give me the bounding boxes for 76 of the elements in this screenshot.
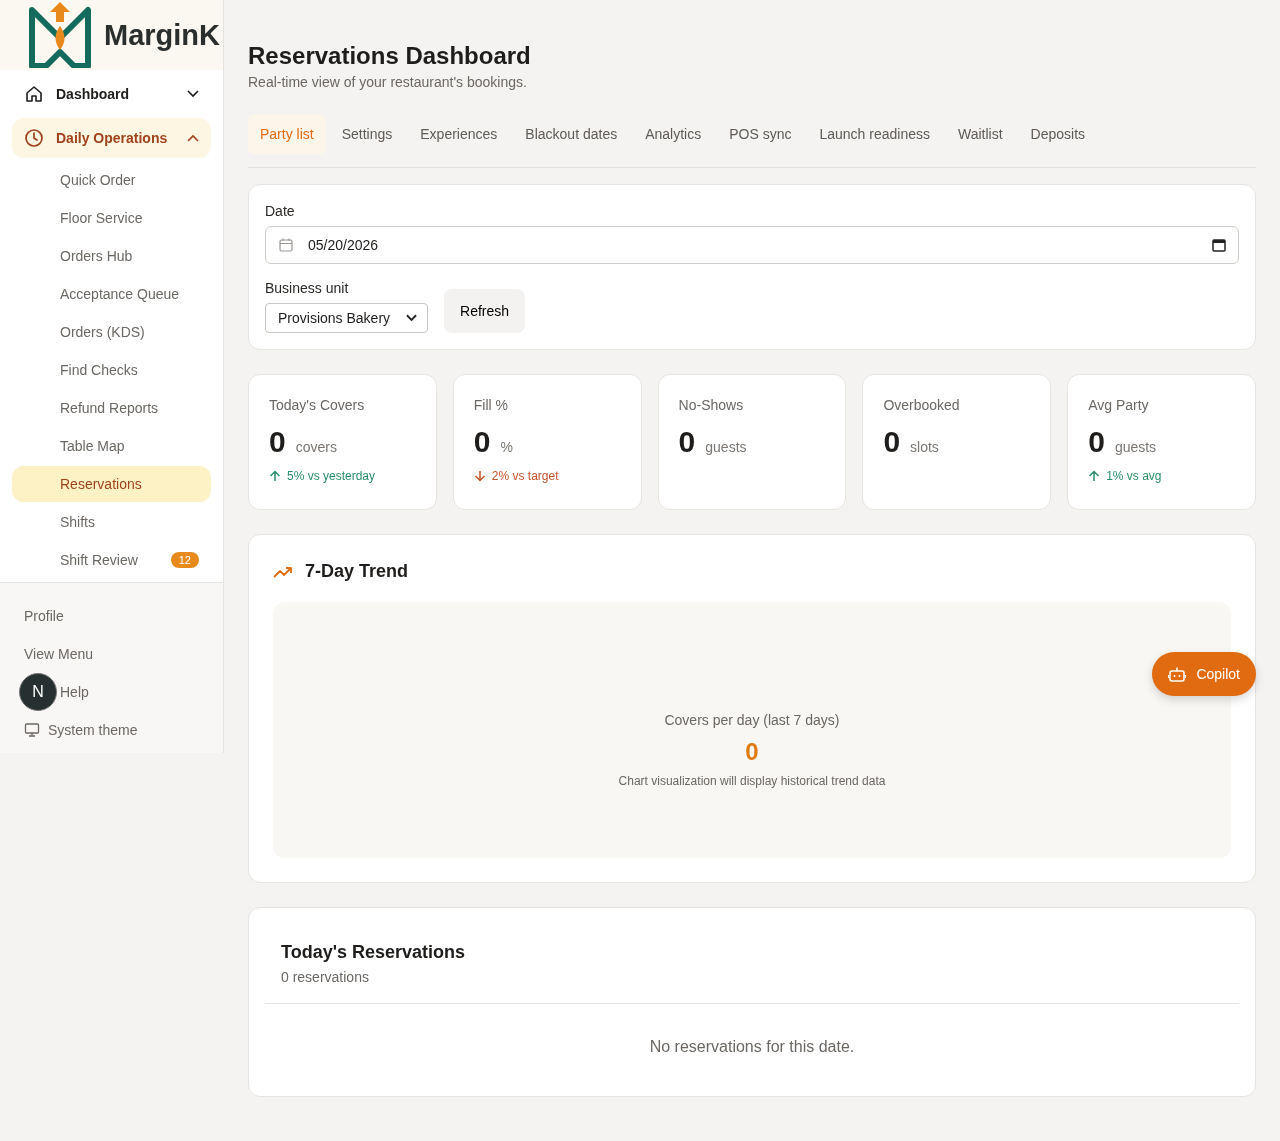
reservation-count: 0 reservations [280, 969, 370, 985]
business-unit-select[interactable]: Provisions Bakery [265, 303, 429, 333]
page-subtitle: Real-time view of your restaurant's bookings. [248, 74, 528, 90]
clock-icon [24, 128, 44, 148]
stat-value: 0 [473, 425, 491, 459]
arrow-down-icon [473, 470, 486, 482]
arrow-up-icon [1088, 470, 1101, 482]
calendar-icon [278, 237, 294, 253]
stat-unit: slots [910, 439, 939, 455]
stat-title: Fill % [473, 397, 510, 413]
tab[interactable]: Analytics [633, 114, 714, 154]
user-avatar[interactable]: N [19, 673, 57, 711]
chart-value: 0 [745, 738, 759, 766]
monitor-icon [24, 722, 40, 738]
stat-unit: guests [705, 439, 747, 455]
business-unit-label: Business unit [265, 280, 350, 296]
brand-name: MarginK [104, 18, 220, 52]
footer-link[interactable]: Profile [24, 608, 64, 624]
chart-note: Chart visualization will display historical trend data [618, 774, 886, 788]
stat-value: 0 [678, 425, 696, 459]
tab[interactable]: Experiences [408, 114, 510, 154]
chevron-down-icon [187, 90, 199, 98]
tab[interactable]: Settings [329, 114, 405, 154]
chevron-down-icon [406, 314, 418, 322]
trending-up-icon [273, 565, 293, 578]
tab[interactable]: Waitlist [946, 114, 1015, 154]
help-link[interactable]: Help [60, 684, 89, 700]
stat-change: 2% vs target [491, 469, 559, 483]
tab[interactable]: POS sync [717, 114, 804, 154]
stat-unit: guests [1114, 439, 1157, 455]
page-title: Reservations Dashboard [248, 42, 532, 70]
stat-unit: % [500, 439, 513, 455]
home-icon [24, 84, 44, 104]
nav-item[interactable]: Reservations [12, 466, 211, 502]
stat-value: 0 [269, 425, 286, 459]
tab[interactable]: Party list [248, 114, 326, 154]
nav-item[interactable]: Shifts [12, 504, 211, 540]
stat-title: Today's Covers [269, 397, 366, 413]
stat-change: 5% vs yesterday [287, 469, 376, 483]
tab[interactable]: Deposits [1018, 114, 1098, 154]
copilot-button[interactable]: Copilot [1152, 652, 1256, 696]
empty-message: No reservations for this date. [648, 1038, 856, 1056]
stat-unit: covers [295, 439, 337, 455]
section-title: Today's Reservations [280, 942, 467, 963]
nav-item[interactable]: Refund Reports [12, 390, 211, 426]
nav-item[interactable]: Orders (KDS) [12, 314, 211, 350]
refresh-button[interactable]: Refresh [444, 289, 526, 333]
section-title: 7-Day Trend [305, 561, 409, 582]
date-label: Date [265, 203, 296, 219]
calendar-icon[interactable] [1212, 238, 1226, 252]
nav-item[interactable]: Floor Service [12, 200, 211, 236]
stat-value: 0 [883, 425, 901, 459]
chevron-up-icon [187, 134, 199, 142]
date-field[interactable]: 05/20/2026 [265, 226, 1239, 264]
robot-icon [1168, 666, 1187, 682]
stat-title: Avg Party [1088, 397, 1150, 413]
arrow-up-icon [269, 470, 281, 482]
tab[interactable]: Launch readiness [807, 114, 942, 154]
logo-icon [28, 2, 92, 68]
tab[interactable]: Blackout dates [513, 114, 630, 154]
stat-value: 0 [1088, 425, 1105, 459]
nav-item[interactable]: Acceptance Queue [12, 276, 211, 312]
stat-change: 1% vs avg [1106, 469, 1162, 483]
nav-item[interactable]: Find Checks [12, 352, 211, 388]
footer-link[interactable]: View Menu [24, 646, 93, 662]
nav-item[interactable]: Orders Hub [12, 238, 211, 274]
nav-item[interactable]: Table Map [12, 428, 211, 464]
stat-title: Overbooked [883, 397, 961, 413]
nav-group-item[interactable]: Dashboard [12, 74, 211, 114]
stat-title: No-Shows [678, 397, 745, 413]
nav-item[interactable]: Quick Order [12, 162, 211, 198]
count-badge: 12 [170, 552, 199, 568]
theme-toggle[interactable]: System theme [24, 722, 138, 738]
nav-group-item[interactable]: Daily Operations [12, 118, 211, 158]
chart-caption: Covers per day (last 7 days) [664, 712, 840, 728]
nav-item[interactable]: Shift Review 12 [12, 542, 211, 578]
